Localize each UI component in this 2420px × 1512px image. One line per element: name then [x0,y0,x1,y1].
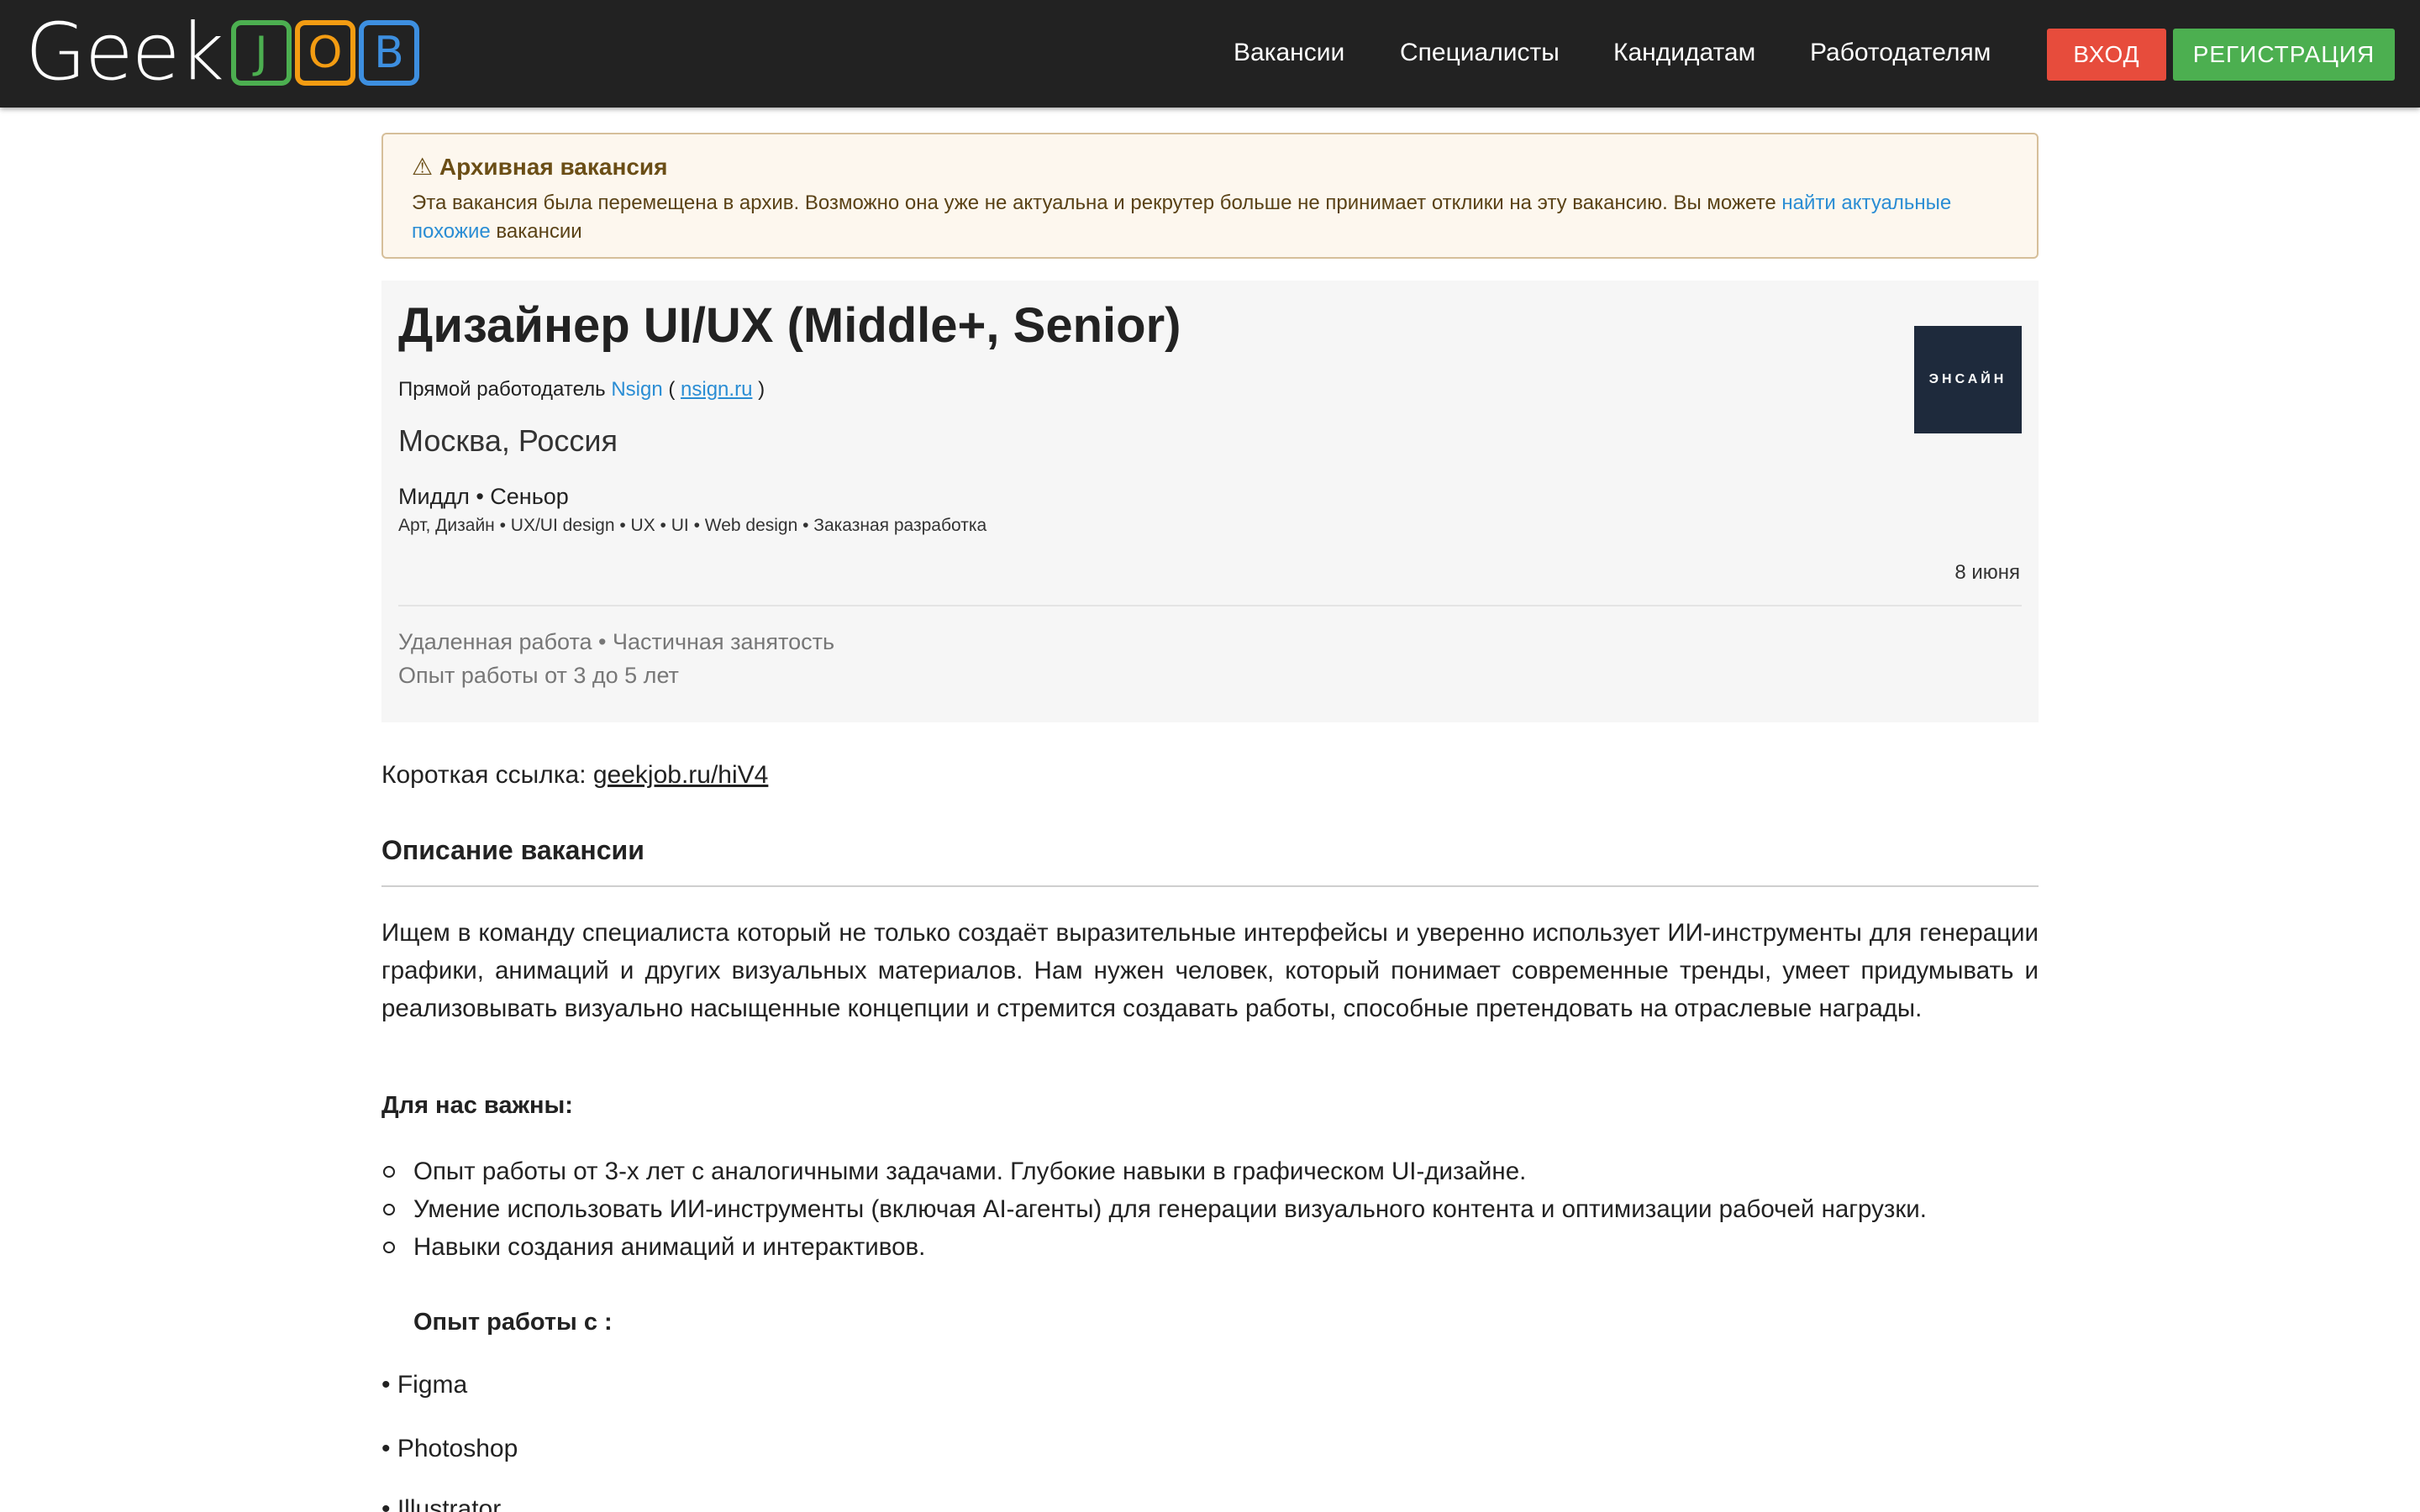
job-city: Москва, Россия [398,423,618,458]
logo-letter-o: O [294,20,355,86]
alert-text: Эта вакансия была перемещена в архив. Во… [412,189,2008,246]
section-title: Описание вакансии [381,835,644,865]
list-item: Опыт работы от 3-х лет с аналогичными за… [381,1152,2062,1190]
alert-title-text: Архивная вакансия [439,154,668,180]
job-levels: Миддл • Сеньор [398,484,569,509]
nav-employers[interactable]: Работодателям [1810,39,1991,67]
register-button[interactable]: РЕГИСТРАЦИЯ [2173,29,2395,81]
logo-letter-b: B [358,20,419,86]
company-site-link[interactable]: nsign.ru [681,378,752,401]
work-format: Удаленная работа • Частичная занятость [398,629,835,654]
company-logo[interactable]: ЭНСАЙН [1914,326,2022,433]
login-button[interactable]: ВХОД [2047,29,2166,81]
employer-line: Прямой работодатель Nsign ( nsign.ru ) [398,378,765,402]
list-item: Навыки создания анимаций и интерактивов. [381,1228,2062,1266]
list-item: Умение использовать ИИ-инструменты (вклю… [381,1190,2062,1228]
job-date: 8 июня [1954,561,2020,584]
short-link: Короткая ссылка: geekjob.ru/hiV4 [381,761,768,790]
warning-icon: ⚠ [412,154,434,180]
alert-tail: вакансии [496,220,582,243]
alert-message: Эта вакансия была перемещена в архив. Во… [412,192,1776,214]
nav-vacancies[interactable]: Вакансии [1234,39,1344,67]
section-divider [381,885,2039,887]
tool-item: • Photoshop [381,1435,518,1462]
vacancy-card: Дизайнер UI/UX (Middle+, Senior) Прямой … [381,281,2039,722]
nav-specialists[interactable]: Специалисты [1400,39,1560,67]
top-navbar: Geek J O B Вакансии Специалисты Кандидат… [0,0,2420,108]
job-title: Дизайнер UI/UX (Middle+, Senior) [398,298,1181,353]
nav-candidates[interactable]: Кандидатам [1613,39,1755,67]
employer-prefix: Прямой работодатель [398,378,606,401]
archive-alert: ⚠ Архивная вакансия Эта вакансия была пе… [381,133,2039,259]
geekjob-logo[interactable]: Geek J O B [25,7,419,98]
experience-title: Опыт работы с : [413,1309,613,1336]
open-paren: ( [668,378,676,401]
short-link-label: Короткая ссылка: [381,761,587,789]
tool-item: • Illustrator [381,1495,502,1512]
close-paren: ) [758,378,765,401]
logo-letter-j: J [230,20,292,86]
important-title: Для нас важны: [381,1092,573,1119]
experience-required: Опыт работы от 3 до 5 лет [398,663,679,688]
alert-title: ⚠ Архивная вакансия [412,153,2008,181]
tool-item: • Figma [381,1371,468,1399]
logo-text: Geek [25,7,224,98]
job-description: Ищем в команду специалиста который не то… [381,919,2039,1022]
job-tags: Арт, Дизайн • UX/UI design • UX • UI • W… [398,516,987,535]
card-divider [398,605,2022,606]
requirements-list: Опыт работы от 3-х лет с аналогичными за… [381,1152,2062,1266]
job-terms: Удаленная работа • Частичная занятость О… [398,625,834,692]
company-link[interactable]: Nsign [611,378,662,401]
short-link-url[interactable]: geekjob.ru/hiV4 [593,761,768,789]
